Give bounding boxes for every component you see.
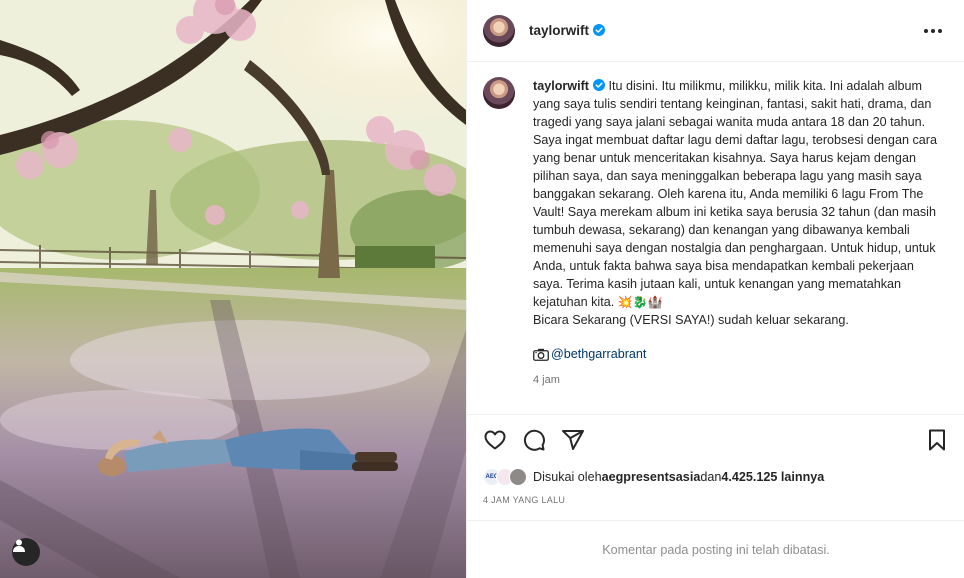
paper-plane-icon[interactable]: [561, 428, 585, 452]
caption-tail: Bicara Sekarang (VERSI SAYA!) sudah kelu…: [533, 313, 849, 327]
caption-timestamp[interactable]: 4 jam: [533, 371, 943, 389]
likes-summary: AEG Disukai oleh aegpresentsasia dan 4.4…: [483, 468, 824, 486]
caption: taylorwift Itu disini. Itu milikmu, mili…: [533, 77, 943, 389]
likes-user[interactable]: aegpresentsasia: [602, 470, 701, 484]
caption-emojis: 💥🐉🏰: [617, 295, 663, 309]
comment-bubble-icon[interactable]: [522, 428, 546, 452]
person-tag-icon[interactable]: [12, 538, 40, 566]
more-options-button[interactable]: [918, 23, 948, 39]
action-bar: [467, 424, 964, 456]
more-horizontal-icon: [924, 28, 928, 33]
likes-count[interactable]: 4.425.125 lainnya: [721, 470, 824, 484]
camera-icon: [533, 348, 549, 361]
likes-prefix: Disukai oleh: [533, 470, 602, 484]
caption-text: Itu disini. Itu milikmu, milikku, milik …: [533, 79, 937, 309]
header-username[interactable]: taylorwift: [529, 23, 606, 38]
avatar: [509, 468, 527, 486]
post-details-panel: taylorwift taylorwift Itu disini. Itu mi…: [466, 0, 964, 578]
caption-username[interactable]: taylorwift: [533, 79, 605, 93]
post-timestamp[interactable]: 4 JAM YANG LALU: [483, 495, 565, 505]
caption-avatar[interactable]: [483, 77, 515, 109]
post-photo[interactable]: [0, 0, 466, 578]
photo-credit-mention[interactable]: @bethgarrabrant: [551, 345, 646, 363]
photo-illustration: [0, 0, 466, 578]
liker-avatars[interactable]: AEG: [483, 468, 527, 486]
avatar[interactable]: [483, 14, 515, 47]
comments-restricted-notice: Komentar pada posting ini telah dibatasi…: [467, 520, 964, 578]
caption-section: taylorwift Itu disini. Itu milikmu, mili…: [467, 63, 964, 415]
photo-credit: @bethgarrabrant: [533, 345, 943, 363]
likes-mid: dan: [700, 470, 722, 484]
heart-icon[interactable]: [483, 428, 507, 452]
verified-badge-icon: [593, 24, 606, 36]
post-header: taylorwift: [467, 0, 964, 62]
bookmark-icon[interactable]: [925, 428, 949, 452]
verified-badge-icon: [592, 79, 605, 91]
